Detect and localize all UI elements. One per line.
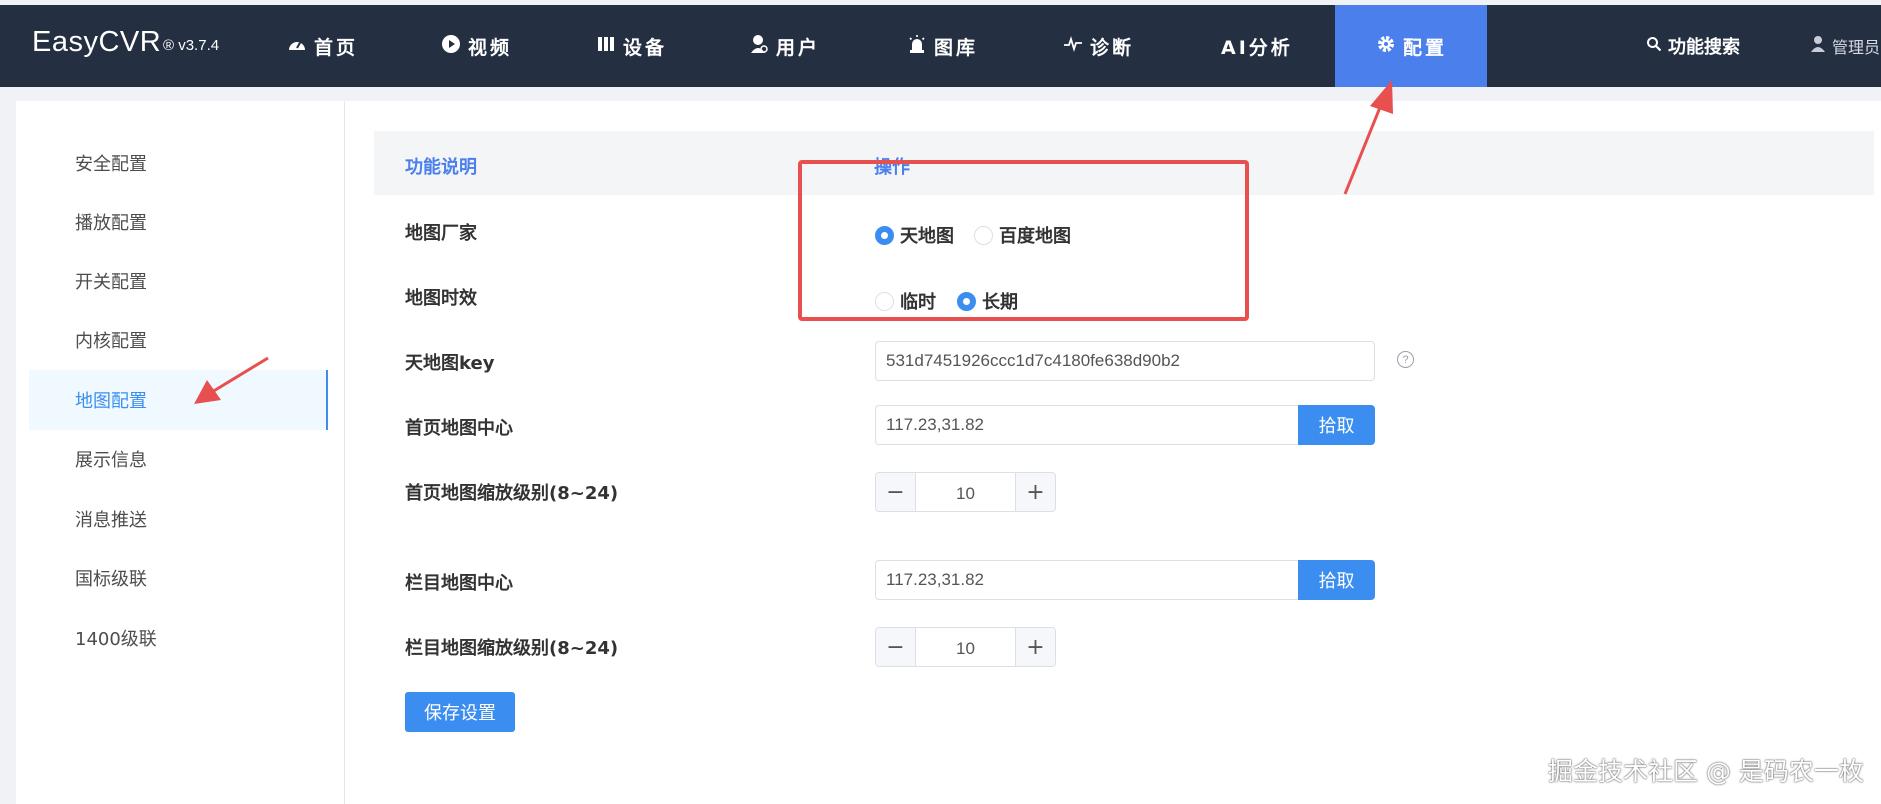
arrow-to-map-config-icon — [194, 356, 269, 404]
arrow-to-config-icon — [1343, 80, 1393, 195]
highlight-box — [798, 160, 1249, 321]
annotation-overlay — [194, 80, 1393, 404]
app-root: EasyCVR ® v3.7.4 首页 视频 设备 用户 图库 诊断 AI分析 … — [0, 0, 1881, 804]
watermark: 掘金技术社区 @ 是码农一枚 — [1548, 757, 1864, 786]
